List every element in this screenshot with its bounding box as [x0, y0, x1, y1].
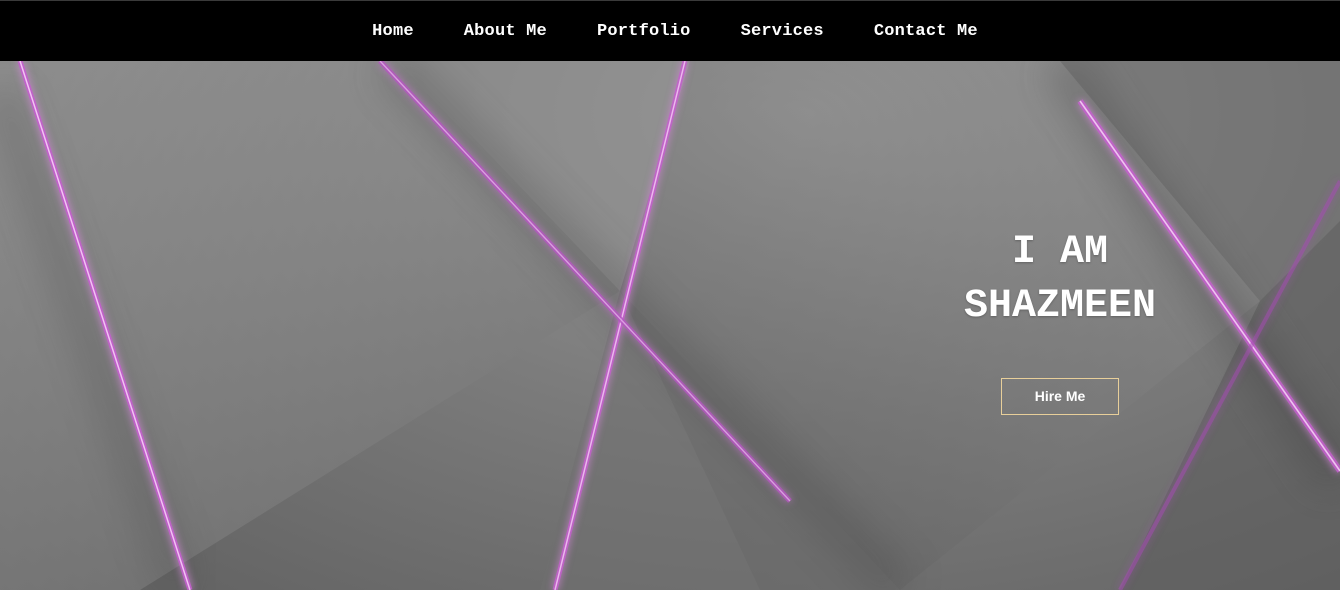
nav-link-portfolio[interactable]: Portfolio — [572, 22, 716, 41]
hero-title-line-1: I AM — [1011, 230, 1108, 275]
nav-link-about-me[interactable]: About Me — [439, 22, 572, 41]
nav-link-contact-me[interactable]: Contact Me — [849, 22, 1003, 41]
hero-section: I AM SHAZMEEN Hire Me — [0, 61, 1340, 590]
hero-title: I AM SHAZMEEN — [900, 226, 1220, 334]
hero-content: I AM SHAZMEEN Hire Me — [900, 226, 1220, 415]
hire-me-button[interactable]: Hire Me — [1001, 378, 1119, 415]
nav-link-services[interactable]: Services — [716, 22, 849, 41]
nav-menu: Home About Me Portfolio Services Contact… — [347, 22, 1003, 41]
nav-link-home[interactable]: Home — [347, 22, 439, 41]
top-navbar: Home About Me Portfolio Services Contact… — [0, 0, 1340, 61]
hero-title-line-2: SHAZMEEN — [963, 284, 1157, 329]
